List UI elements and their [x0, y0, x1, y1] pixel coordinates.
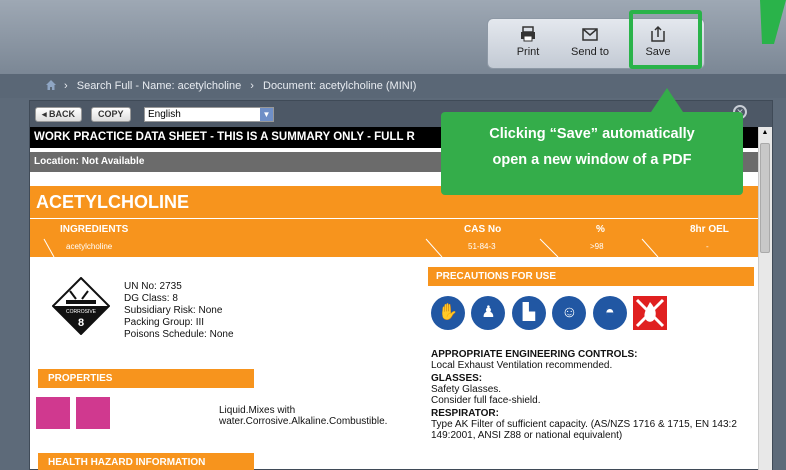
table-dividers — [43, 238, 659, 257]
scroll-up-icon[interactable]: ▲ — [759, 129, 771, 139]
protective-suit-icon: ♟ — [471, 296, 506, 330]
glasses-text-2: Consider full face-shield. — [431, 395, 541, 406]
callout-arrow — [651, 88, 683, 112]
language-value: English — [148, 109, 181, 120]
gloves-icon: ✋ — [431, 296, 465, 330]
un-number: UN No: 2735 — [124, 281, 182, 292]
eng-controls-text: Local Exhaust Ventilation recommended. — [431, 360, 613, 371]
corrosive-pour-icon — [36, 397, 70, 429]
no-flames-icon — [633, 296, 668, 330]
respirator-text-1: Type AK Filter of sufficient capacity. (… — [431, 419, 737, 430]
properties-text: Liquid.Mixes with water.Corrosive.Alkali… — [219, 405, 387, 427]
properties-header: PROPERTIES — [38, 369, 254, 388]
glasses-heading: GLASSES: — [431, 373, 483, 384]
callout-line-2: open a new window of a PDF — [492, 152, 692, 168]
precautions-header: PRECAUTIONS FOR USE — [428, 267, 754, 286]
breadcrumb-separator: › — [64, 80, 68, 92]
poisons-schedule: Poisons Schedule: None — [124, 329, 234, 340]
scrollbar-thumb[interactable] — [760, 143, 770, 253]
property-icons — [36, 397, 112, 434]
chevron-down-icon: ▼ — [260, 108, 273, 121]
safety-glasses-icon: ◓ — [592, 296, 627, 330]
send-to-button[interactable]: Send to — [564, 23, 616, 67]
packing-group: Packing Group: III — [124, 317, 205, 328]
boots-icon: ▙ — [511, 296, 546, 330]
health-hazard-header: HEALTH HAZARD INFORMATION — [38, 453, 254, 470]
language-select[interactable]: English ▼ — [144, 107, 274, 122]
diamond-class: 8 — [78, 317, 84, 329]
water-mix-icon — [76, 397, 111, 429]
subsidiary-risk: Subsidiary Risk: None — [124, 305, 223, 316]
respirator-heading: RESPIRATOR: — [431, 408, 499, 419]
ingredients-table: INGREDIENTS acetylcholine CAS No 51-84-3… — [30, 219, 758, 257]
ppe-icons: ✋ ♟ ▙ ☺ ◓ — [431, 296, 668, 335]
print-label: Print — [516, 46, 540, 58]
breadcrumb-separator: › — [250, 80, 254, 92]
back-button[interactable]: ◂ BACK — [35, 107, 83, 122]
callout-line-1: Clicking “Save” automatically — [489, 126, 695, 142]
save-highlight-box — [629, 10, 702, 69]
print-button[interactable]: Print — [502, 23, 554, 67]
printer-icon — [521, 26, 535, 42]
send-to-icon — [582, 28, 598, 41]
eng-controls-heading: APPROPRIATE ENGINEERING CONTROLS: — [431, 349, 638, 360]
respirator-icon: ☺ — [552, 296, 587, 330]
breadcrumb-item-document: Document: acetylcholine (MINI) — [263, 80, 417, 92]
properties-line-2: water.Corrosive.Alkaline.Combustible. — [219, 416, 388, 427]
diamond-label: CORROSIVE — [66, 309, 97, 315]
glasses-text-1: Safety Glasses. — [431, 384, 502, 395]
breadcrumb-item-search[interactable]: Search Full - Name: acetylcholine — [77, 80, 241, 92]
home-icon[interactable] — [45, 79, 57, 91]
precautions-text: APPROPRIATE ENGINEERING CONTROLS: Local … — [431, 349, 761, 441]
dangerous-goods-info: UN No: 2735 DG Class: 8 Subsidiary Risk:… — [124, 281, 234, 341]
send-to-label: Send to — [571, 46, 609, 58]
question-mark-logo — [760, 0, 786, 44]
copy-button[interactable]: COPY — [91, 107, 131, 122]
dg-class: DG Class: 8 — [124, 293, 178, 304]
save-callout: Clicking “Save” automatically open a new… — [441, 112, 743, 195]
corrosive-diamond-icon: CORROSIVE 8 — [52, 277, 110, 335]
respirator-text-2: 149:2001, ANSI Z88 or national equivalen… — [431, 430, 623, 441]
properties-line-1: Liquid.Mixes with — [219, 405, 296, 416]
